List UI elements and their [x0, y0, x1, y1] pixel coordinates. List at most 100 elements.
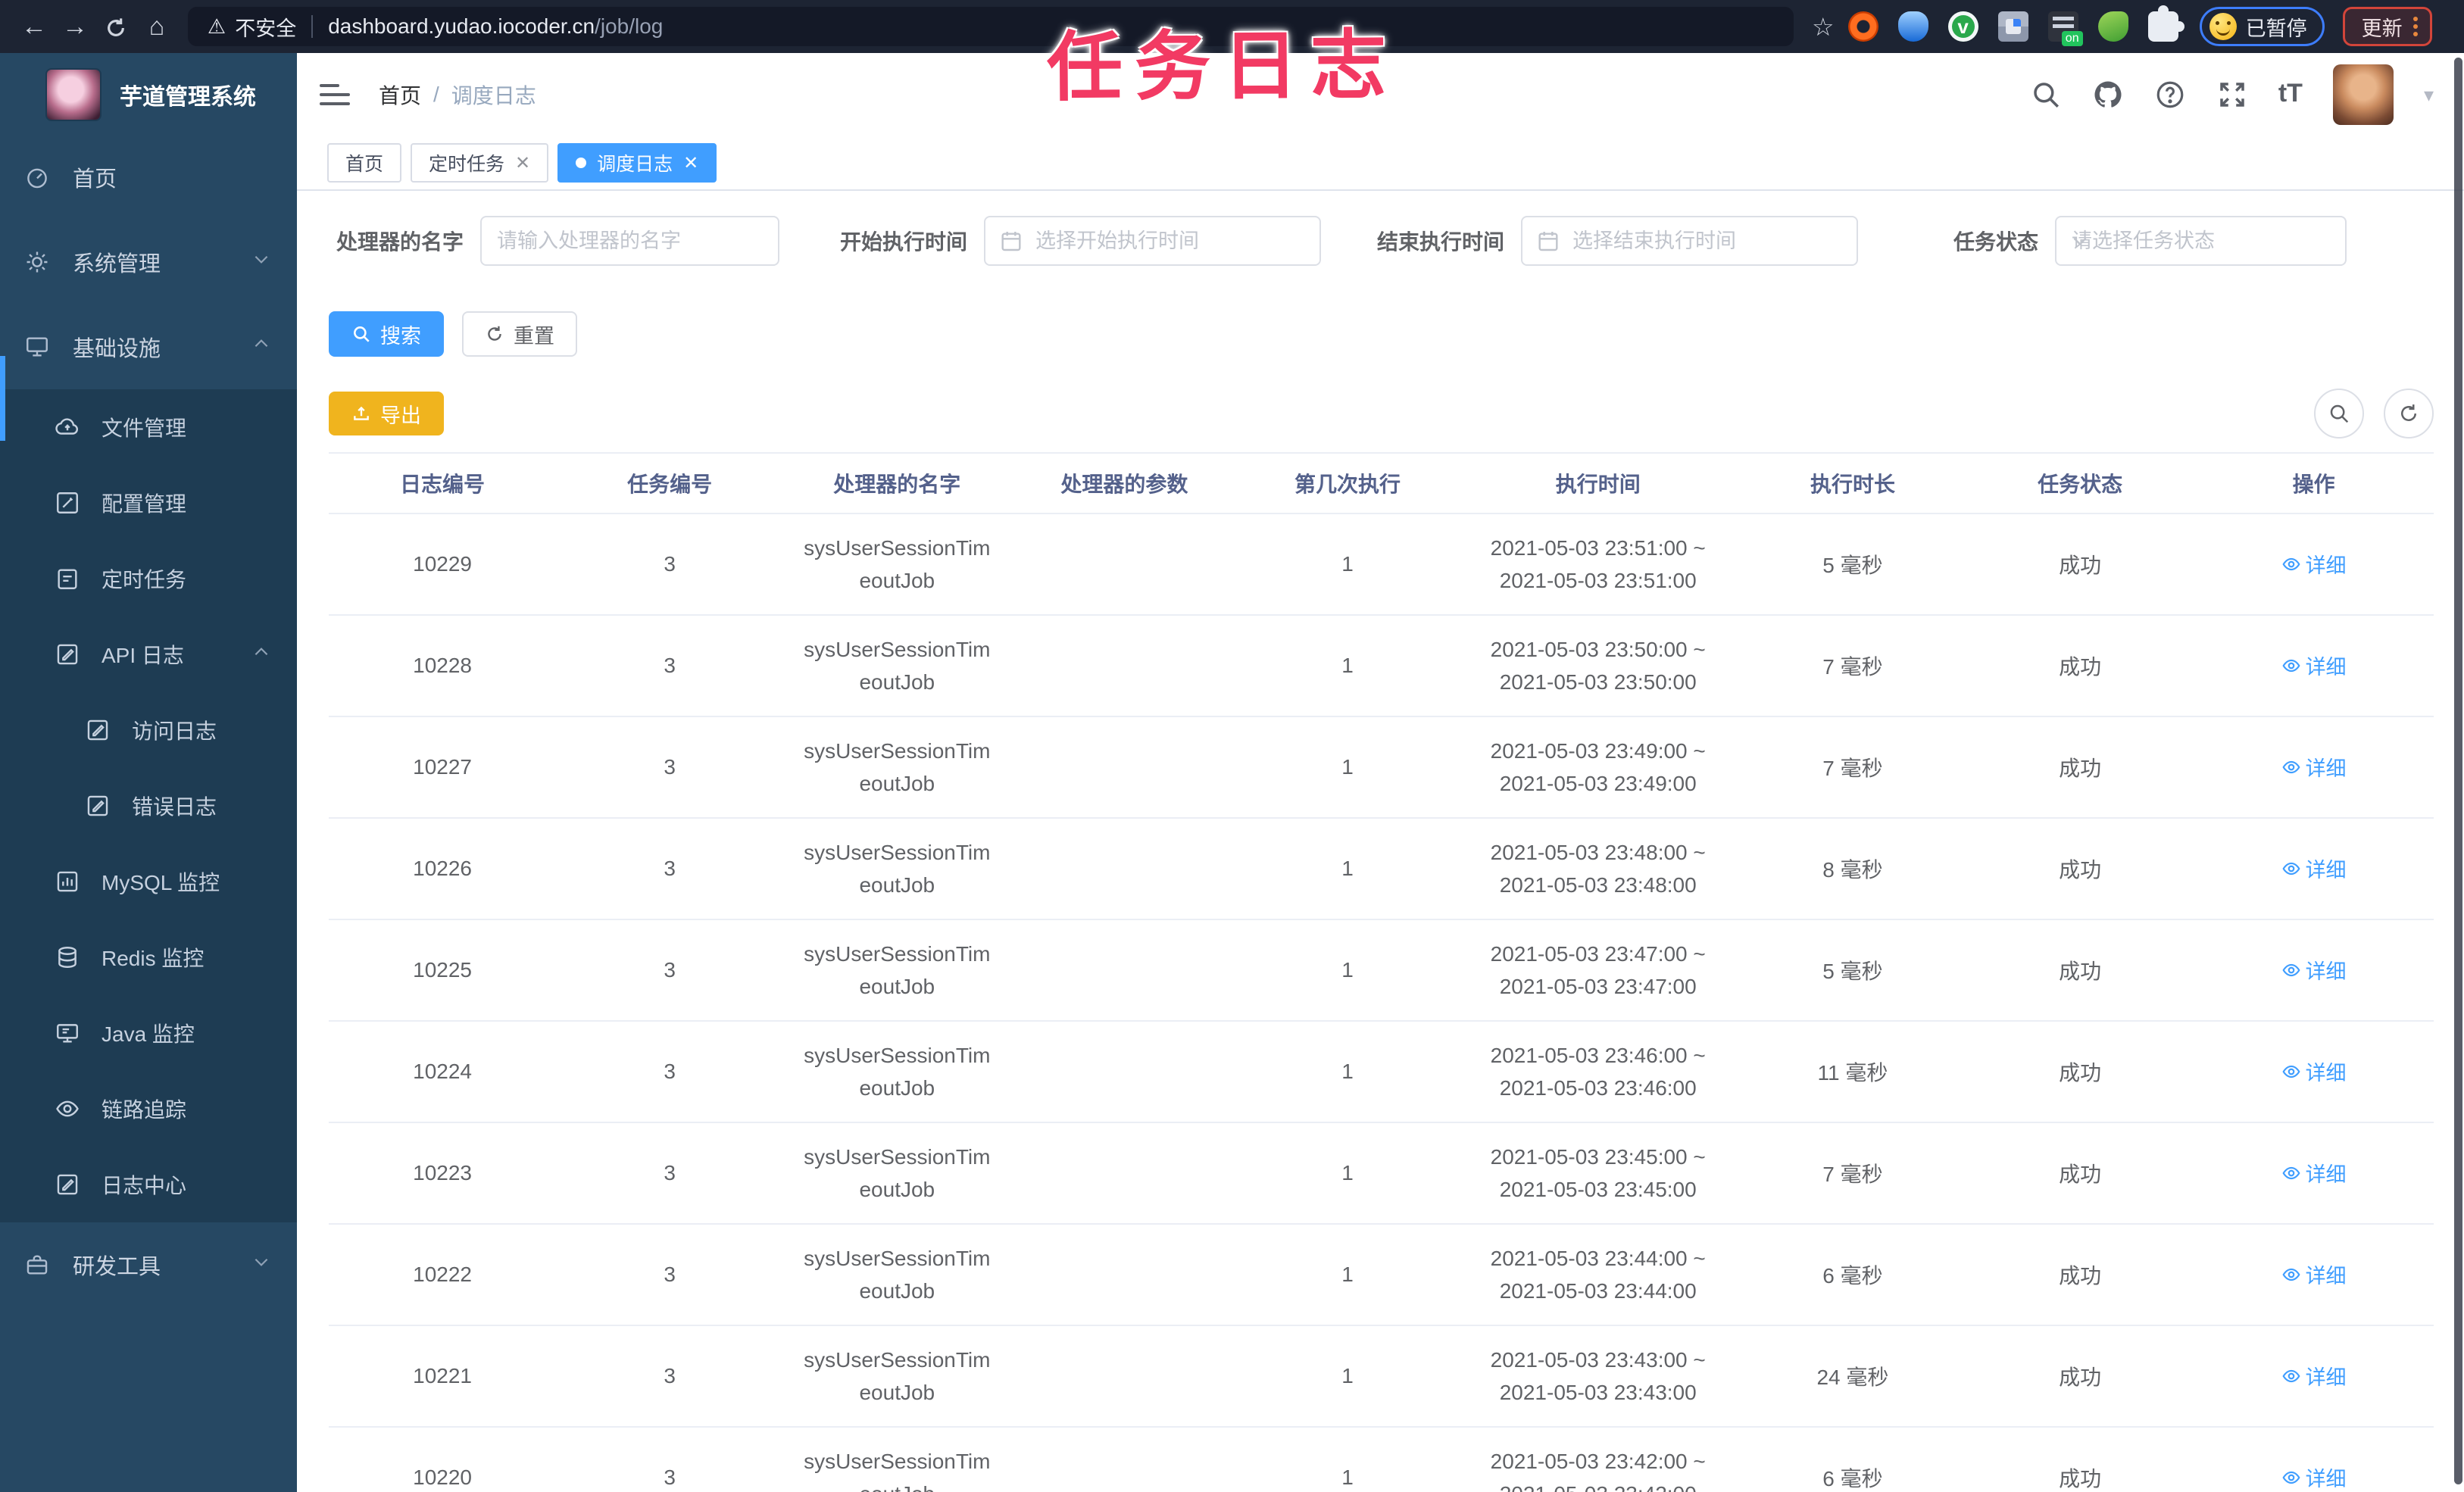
sidebar-item-api-log[interactable]: API 日志 — [0, 616, 297, 692]
forward-icon[interactable]: → — [55, 12, 95, 42]
chevron-down-icon[interactable] — [2070, 231, 2090, 251]
detail-link[interactable]: 详细 — [2281, 854, 2347, 883]
extension-drop-icon[interactable] — [1897, 11, 1928, 42]
cell-duration: 7 毫秒 — [1738, 716, 1967, 819]
cell-status: 成功 — [1966, 1021, 2194, 1123]
annotation-overlay: 任务日志 — [1046, 23, 1399, 111]
sidebar-item-system-mgmt[interactable]: 系统管理 — [0, 220, 297, 304]
extension-grid-icon[interactable] — [1997, 11, 2028, 42]
sidebar-item-infrastructure[interactable]: 基础设施 — [0, 304, 297, 389]
extension-icons: v — [1847, 5, 2184, 46]
cell-handler: sysUserSessionTimeoutJob — [783, 1224, 1011, 1326]
breadcrumb-home[interactable]: 首页 — [379, 80, 421, 110]
table-row: 10227 3 sysUserSessionTimeoutJob 1 2021-… — [329, 716, 2434, 819]
eye-icon — [2281, 1468, 2301, 1487]
hide-search-button[interactable] — [2314, 389, 2364, 439]
task-status-label: 任务状态 — [1953, 230, 2038, 254]
sidebar-item-redis-monitor[interactable]: Redis 监控 — [0, 919, 297, 995]
cell-task-id: 3 — [556, 1021, 784, 1123]
eye-icon — [2281, 1062, 2301, 1082]
logo-row[interactable]: 芋道管理系统 — [0, 53, 297, 135]
sidebar-item-home[interactable]: 首页 — [0, 135, 297, 220]
sidebar-item-dev-tools[interactable]: 研发工具 — [0, 1222, 297, 1307]
cell-actions: 详细 — [2194, 615, 2434, 717]
cell-log-id: 10220 — [329, 1427, 557, 1492]
close-icon[interactable]: ✕ — [515, 152, 530, 174]
sidebar-item-error-log[interactable]: 错误日志 — [0, 768, 297, 844]
paused-badge[interactable]: 已暂停 — [2199, 7, 2325, 46]
url-bar[interactable]: ⚠ 不安全 dashboard.yudao.iocoder.cn /job/lo… — [188, 7, 1794, 46]
log-table: 日志编号 任务编号 处理器的名字 处理器的参数 第几次执行 执行时间 执行时长 … — [329, 452, 2434, 1492]
cell-handler: sysUserSessionTimeoutJob — [783, 716, 1011, 819]
back-icon[interactable]: ← — [14, 12, 55, 42]
menu-kebab-icon[interactable] — [2412, 14, 2418, 39]
col-handler-name: 处理器的名字 — [783, 452, 1011, 514]
detail-link[interactable]: 详细 — [2281, 1462, 2347, 1492]
detail-link[interactable]: 详细 — [2281, 1361, 2347, 1391]
reload-icon[interactable] — [95, 12, 136, 42]
cell-status: 成功 — [1966, 513, 2194, 616]
chevron-down-icon[interactable]: ▾ — [2424, 83, 2434, 107]
extensions-puzzle-icon[interactable] — [2147, 5, 2184, 42]
detail-link[interactable]: 详细 — [2281, 1158, 2347, 1188]
detail-link[interactable]: 详细 — [2281, 955, 2347, 985]
task-status-select[interactable] — [2055, 216, 2347, 266]
refresh-table-button[interactable] — [2384, 389, 2434, 439]
sidebar-item-java-monitor[interactable]: Java 监控 — [0, 995, 297, 1071]
bookmark-star-icon[interactable]: ☆ — [1812, 12, 1835, 42]
font-size-icon[interactable]: tT — [2278, 79, 2303, 111]
sidebar: 芋道管理系统 首页 系统管理 基础设施 文件管理 配置管理 定时任务 API 日… — [0, 53, 297, 1492]
extension-leaf-icon[interactable] — [2097, 11, 2128, 42]
url-host[interactable]: dashboard.yudao.iocoder.cn — [328, 14, 595, 39]
detail-link[interactable]: 详细 — [2281, 1259, 2347, 1289]
cell-task-id: 3 — [556, 1427, 784, 1492]
col-exec-time: 执行时间 — [1457, 452, 1739, 514]
sidebar-item-log-center[interactable]: 日志中心 — [0, 1147, 297, 1222]
extension-on-switch-icon[interactable] — [2047, 11, 2083, 46]
cell-task-id: 3 — [556, 615, 784, 717]
cell-param — [1010, 1325, 1238, 1428]
cell-time: 2021-05-03 23:48:00 ~2021-05-03 23:48:00 — [1457, 818, 1739, 920]
eye-icon — [2281, 656, 2301, 676]
handler-name-input[interactable] — [480, 216, 779, 266]
fullscreen-icon[interactable] — [2216, 79, 2248, 111]
sidebar-item-config-mgmt[interactable]: 配置管理 — [0, 465, 297, 541]
collapse-sidebar-icon[interactable] — [320, 78, 350, 111]
github-icon[interactable] — [2092, 79, 2124, 111]
home-icon[interactable]: ⌂ — [136, 12, 177, 42]
browser-scrollbar[interactable] — [2454, 58, 2462, 1484]
cell-time: 2021-05-03 23:50:00 ~2021-05-03 23:50:00 — [1457, 615, 1739, 717]
tab-home[interactable]: 首页 — [327, 143, 402, 183]
sidebar-item-mysql-monitor[interactable]: MySQL 监控 — [0, 844, 297, 919]
sidebar-item-file-mgmt[interactable]: 文件管理 — [0, 389, 297, 465]
reset-button[interactable]: 重置 — [462, 311, 577, 357]
avatar[interactable] — [2332, 64, 2394, 125]
detail-link[interactable]: 详细 — [2281, 549, 2347, 579]
insecure-warning-icon[interactable]: ⚠ — [208, 15, 226, 39]
sidebar-item-trace[interactable]: 链路追踪 — [0, 1071, 297, 1147]
export-button[interactable]: 导出 — [329, 392, 444, 435]
detail-link[interactable]: 详细 — [2281, 752, 2347, 782]
detail-link[interactable]: 详细 — [2281, 651, 2347, 680]
sidebar-item-access-log[interactable]: 访问日志 — [0, 692, 297, 768]
search-icon — [2328, 402, 2350, 425]
detail-link[interactable]: 详细 — [2281, 1057, 2347, 1086]
tab-schedule-log[interactable]: 调度日志 ✕ — [557, 143, 717, 183]
browser-update-button[interactable]: 更新 — [2342, 7, 2432, 46]
cell-log-id: 10222 — [329, 1224, 557, 1326]
cell-actions: 详细 — [2194, 716, 2434, 819]
end-time-input[interactable] — [1521, 216, 1858, 266]
breadcrumb-current: 调度日志 — [451, 84, 536, 108]
database-icon — [55, 944, 80, 970]
tab-scheduled-tasks[interactable]: 定时任务 ✕ — [411, 143, 549, 183]
close-icon[interactable]: ✕ — [683, 152, 698, 174]
start-time-input[interactable] — [984, 216, 1321, 266]
sidebar-item-scheduled-tasks[interactable]: 定时任务 — [0, 541, 297, 616]
table-row: 10223 3 sysUserSessionTimeoutJob 1 2021-… — [329, 1122, 2434, 1225]
extension-ring-icon[interactable] — [1847, 11, 1878, 42]
url-path[interactable]: /job/log — [595, 14, 663, 39]
extension-check-icon[interactable]: v — [1947, 11, 1978, 42]
search-icon[interactable] — [2030, 79, 2062, 111]
help-icon[interactable] — [2154, 79, 2186, 111]
search-button[interactable]: 搜索 — [329, 311, 444, 357]
